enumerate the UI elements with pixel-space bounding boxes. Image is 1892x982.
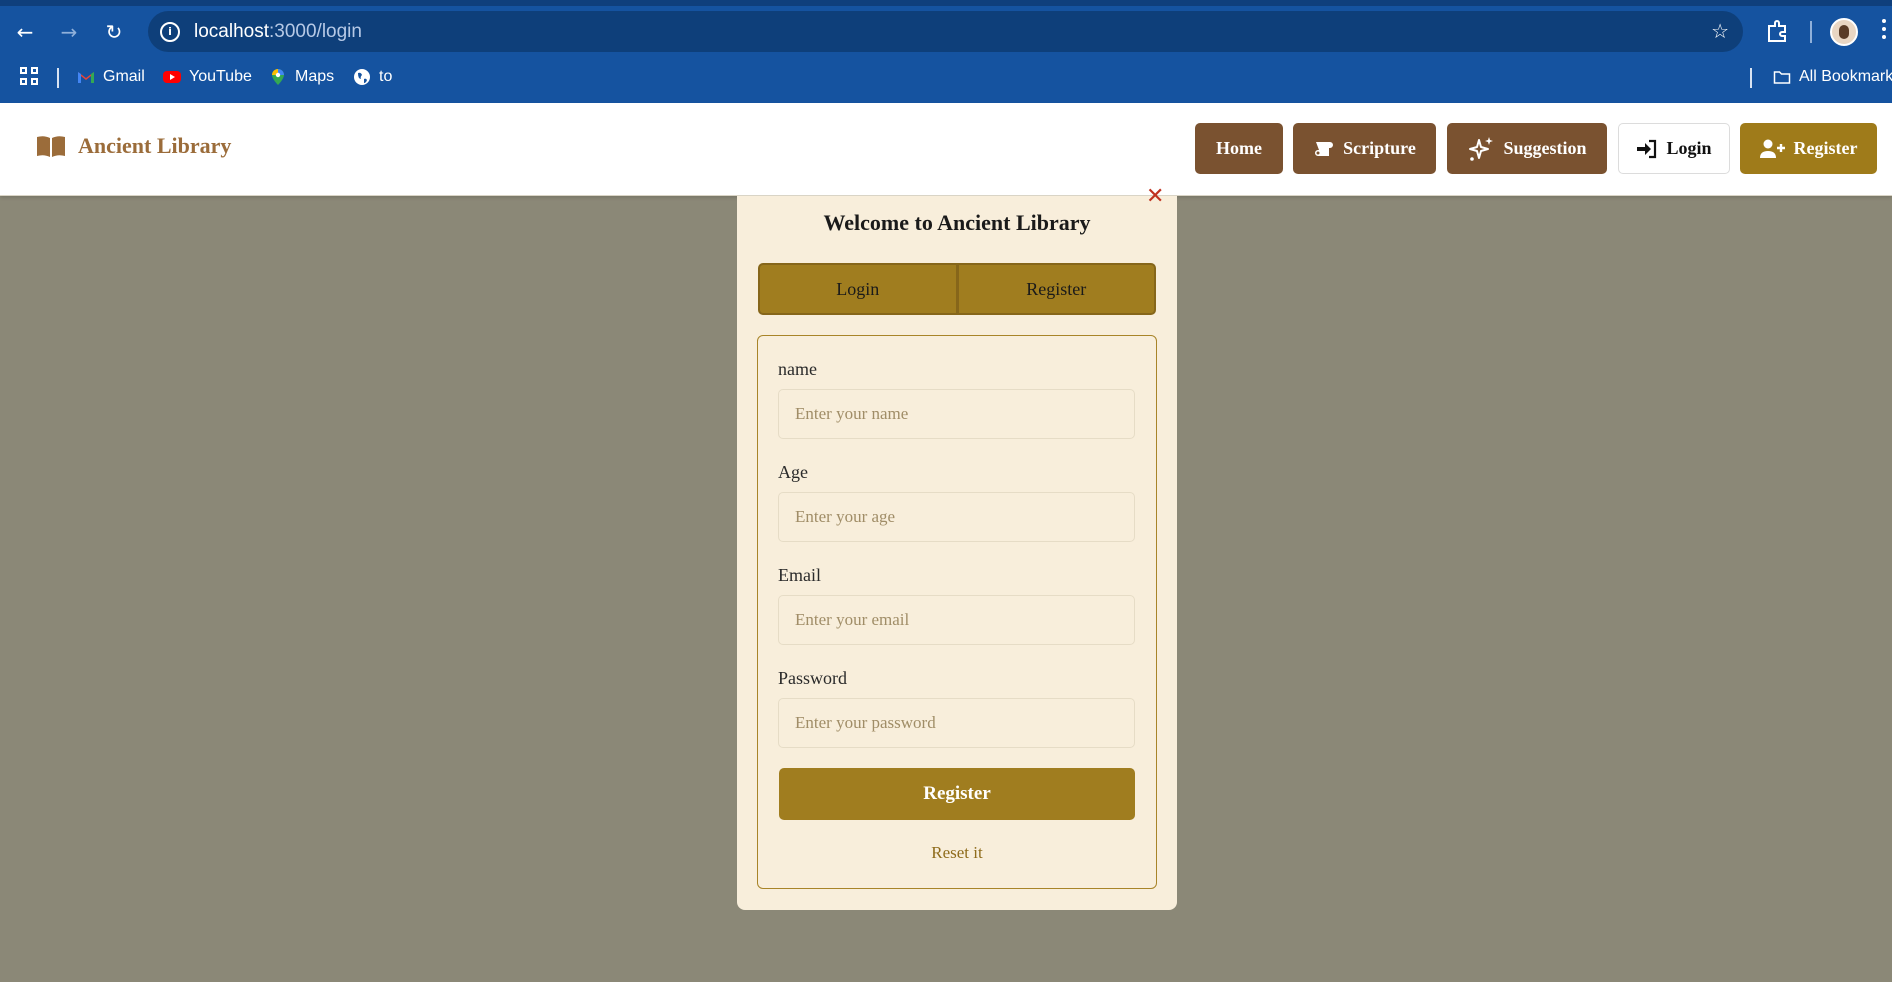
bookmark-label: to — [379, 68, 393, 85]
tab-login[interactable]: Login — [760, 265, 956, 313]
brand-name: Ancient Library — [78, 133, 232, 158]
browser-chrome: ← → ↻ i localhost:3000/login ☆ Gmail You — [0, 0, 1892, 103]
register-submit-button[interactable]: Register — [779, 768, 1135, 820]
close-icon[interactable]: ✕ — [1146, 186, 1164, 208]
url-text[interactable]: localhost:3000/login — [194, 21, 362, 43]
sparkles-icon — [1469, 136, 1494, 161]
password-input[interactable]: Enter your password — [778, 698, 1135, 748]
reset-link[interactable]: Reset it — [737, 843, 1177, 863]
all-bookmarks-folder[interactable]: All Bookmarks — [1773, 64, 1892, 90]
reload-icon[interactable]: ↻ — [99, 17, 129, 47]
all-bookmarks-label: All Bookmarks — [1799, 68, 1892, 85]
scroll-icon — [1315, 141, 1334, 156]
nav-suggestion-button[interactable]: Suggestion — [1447, 123, 1607, 174]
email-input[interactable]: Enter your email — [778, 595, 1135, 645]
tab-register[interactable]: Register — [955, 265, 1155, 313]
browser-menu-icon[interactable] — [1882, 19, 1886, 39]
bookmark-label: Maps — [295, 68, 335, 85]
nav-register-button[interactable]: Register — [1740, 123, 1877, 174]
youtube-icon — [163, 71, 181, 83]
bookmark-label: YouTube — [189, 68, 252, 85]
url-host: localhost — [194, 20, 269, 42]
bookmark-label: Gmail — [103, 68, 145, 85]
bookmark-gmail[interactable]: Gmail — [77, 64, 145, 90]
site-info-icon[interactable]: i — [160, 21, 180, 42]
bookmark-maps[interactable]: Maps — [269, 64, 334, 90]
age-input[interactable]: Enter your age — [778, 492, 1135, 542]
forward-icon[interactable]: → — [54, 17, 84, 47]
name-input[interactable]: Enter your name — [778, 389, 1135, 439]
gmail-icon — [78, 72, 94, 83]
sign-in-icon — [1637, 139, 1657, 158]
name-label: name — [778, 359, 817, 379]
modal-title: Welcome to Ancient Library — [823, 210, 1091, 235]
url-path: :3000/login — [269, 20, 362, 42]
user-plus-icon — [1759, 139, 1785, 158]
open-book-icon — [37, 136, 65, 157]
bookmark-star-icon[interactable]: ☆ — [1711, 19, 1729, 43]
nav-scripture-label: Scripture — [1343, 138, 1416, 158]
profile-avatar[interactable] — [1830, 18, 1858, 46]
tab-strip-edge — [0, 0, 1892, 6]
bookmarks-divider — [57, 68, 59, 88]
auth-tabs: Login Register — [758, 263, 1156, 315]
toolbar-divider — [1810, 21, 1812, 43]
extensions-icon[interactable] — [1764, 18, 1790, 44]
nav-scripture-button[interactable]: Scripture — [1293, 123, 1436, 174]
age-label: Age — [778, 462, 808, 482]
nav-login-label: Login — [1666, 138, 1712, 158]
avatar-face-icon — [1839, 25, 1849, 39]
maps-icon — [272, 69, 284, 85]
email-label: Email — [778, 565, 821, 585]
bookmark-to[interactable]: to — [353, 64, 392, 90]
globe-icon — [354, 69, 370, 85]
apps-grid-icon[interactable] — [20, 67, 38, 85]
back-icon[interactable]: ← — [10, 17, 40, 47]
nav-login-button[interactable]: Login — [1618, 123, 1730, 174]
address-bar[interactable]: i localhost:3000/login ☆ — [148, 11, 1743, 52]
bookmarks-bar: Gmail YouTube Maps to All Bookmarks — [0, 62, 1892, 92]
bookmarks-divider — [1750, 68, 1752, 88]
nav-home-label: Home — [1216, 138, 1262, 158]
nav-suggestion-label: Suggestion — [1503, 138, 1587, 158]
app-navbar: Ancient Library Home Scripture Suggestio… — [0, 103, 1892, 196]
password-label: Password — [778, 668, 848, 688]
bookmark-youtube[interactable]: YouTube — [163, 64, 252, 90]
nav-register-label: Register — [1793, 138, 1858, 158]
nav-home-button[interactable]: Home — [1195, 123, 1283, 174]
folder-icon — [1773, 71, 1791, 84]
brand-link[interactable]: Ancient Library — [36, 133, 231, 159]
